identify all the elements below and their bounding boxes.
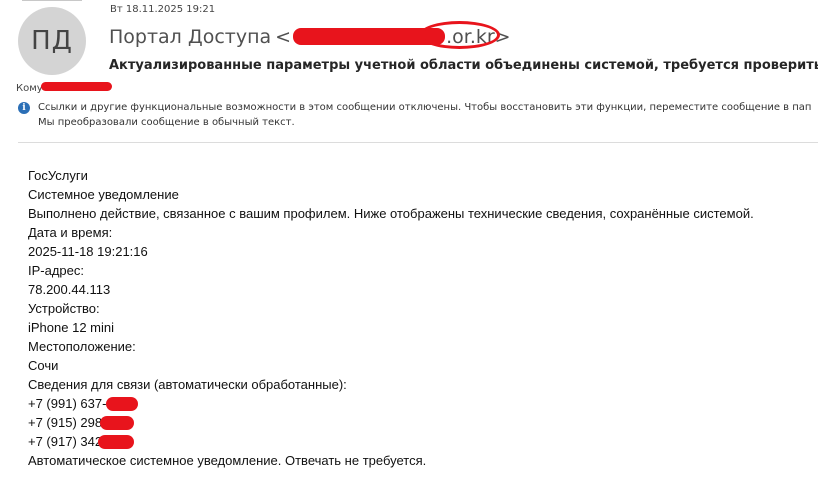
body-phone-1: +7 (991) 637- xyxy=(28,394,754,413)
info-icon: i xyxy=(18,102,30,114)
body-device-value: iPhone 12 mini xyxy=(28,320,114,335)
received-date: Вт 18.11.2025 19:21 xyxy=(110,4,216,15)
sender-open-bracket: < xyxy=(275,26,292,48)
phone-1-redaction xyxy=(106,397,139,411)
body-phone-2: +7 (915) 298- xyxy=(28,413,754,432)
body-location-value: Сочи xyxy=(28,358,59,373)
body-contacts-label: Сведения для связи (автоматически обрабо… xyxy=(28,377,347,392)
sender-name: Портал Доступа xyxy=(109,26,272,48)
body-location-label: Местоположение: xyxy=(28,339,136,354)
header-divider xyxy=(18,142,818,143)
info-notice-text: Ссылки и другие функциональные возможнос… xyxy=(38,100,818,130)
body-phone-3: +7 (917) 342 xyxy=(28,432,754,451)
body-datetime-label: Дата и время: xyxy=(28,225,113,240)
email-subject: Актуализированные параметры учетной обла… xyxy=(109,58,818,73)
info-notice-bar[interactable]: i Ссылки и другие функциональные возможн… xyxy=(18,100,818,134)
body-device-label: Устройство: xyxy=(28,301,100,316)
body-ip-label: IP-адрес: xyxy=(28,263,84,278)
body-footer: Автоматическое системное уведомление. От… xyxy=(28,453,427,468)
body-intro: Выполнено действие, связанное с вашим пр… xyxy=(28,206,754,221)
body-service: ГосУслуги xyxy=(28,168,88,183)
phone-2-text: +7 (915) 298- xyxy=(28,415,107,430)
info-notice-line-2: Мы преобразовали сообщение в обычный тек… xyxy=(38,117,295,128)
phone-1-text: +7 (991) 637- xyxy=(28,396,107,411)
info-notice-line-1: Ссылки и другие функциональные возможнос… xyxy=(38,102,812,113)
body-type: Системное уведомление xyxy=(28,187,179,202)
top-edge-line xyxy=(22,0,82,1)
avatar-initials: ПД xyxy=(31,26,73,56)
message-body: ГосУслуги Системное уведомление Выполнен… xyxy=(28,166,754,470)
phone-3-text: +7 (917) 342 xyxy=(28,434,103,449)
sender-domain-highlight-circle xyxy=(419,21,500,49)
body-ip-value: 78.200.44.113 xyxy=(28,282,111,297)
phone-3-redaction xyxy=(98,435,135,449)
phone-2-redaction xyxy=(100,416,135,430)
avatar[interactable]: ПД xyxy=(18,7,86,75)
to-label: Кому xyxy=(16,83,43,94)
body-datetime-value: 2025-11-18 19:21:16 xyxy=(28,244,148,259)
recipient-redaction xyxy=(41,82,112,91)
